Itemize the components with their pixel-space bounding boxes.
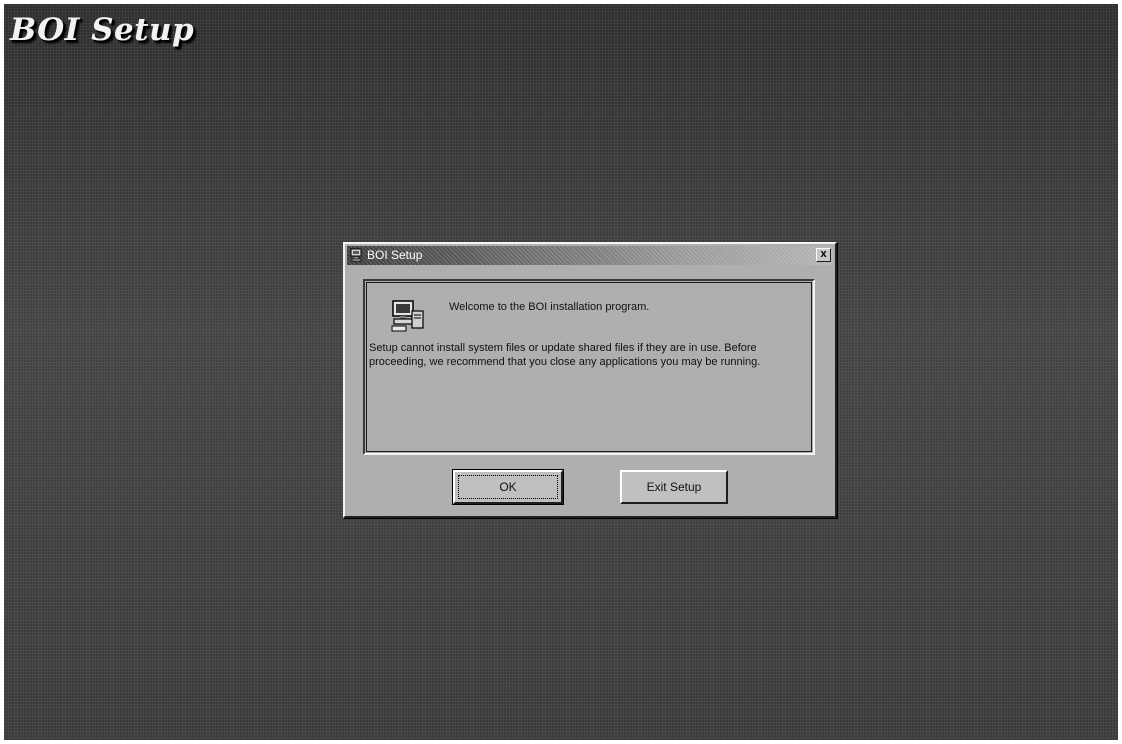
setup-computer-icon (350, 248, 364, 262)
dialog-title: BOI Setup (367, 248, 423, 262)
app-title: BOI Setup (10, 12, 195, 48)
focus-rectangle (458, 475, 558, 499)
ok-button[interactable]: OK (452, 469, 564, 505)
warning-message: Setup cannot install system files or upd… (369, 342, 761, 368)
close-button[interactable]: x (816, 248, 831, 262)
exit-setup-button[interactable]: Exit Setup (620, 470, 728, 504)
message-frame: Welcome to the BOI installation program.… (363, 279, 815, 455)
dialog-titlebar[interactable]: BOI Setup x (347, 246, 833, 265)
setup-dialog: BOI Setup x Welcome to the BOI installat… (343, 242, 837, 518)
setup-background: BOI Setup BOI Setup x Welcome to the BOI… (4, 4, 1118, 740)
welcome-text: Welcome to the BOI installation program. (449, 301, 650, 313)
setup-computer-icon (390, 299, 426, 333)
